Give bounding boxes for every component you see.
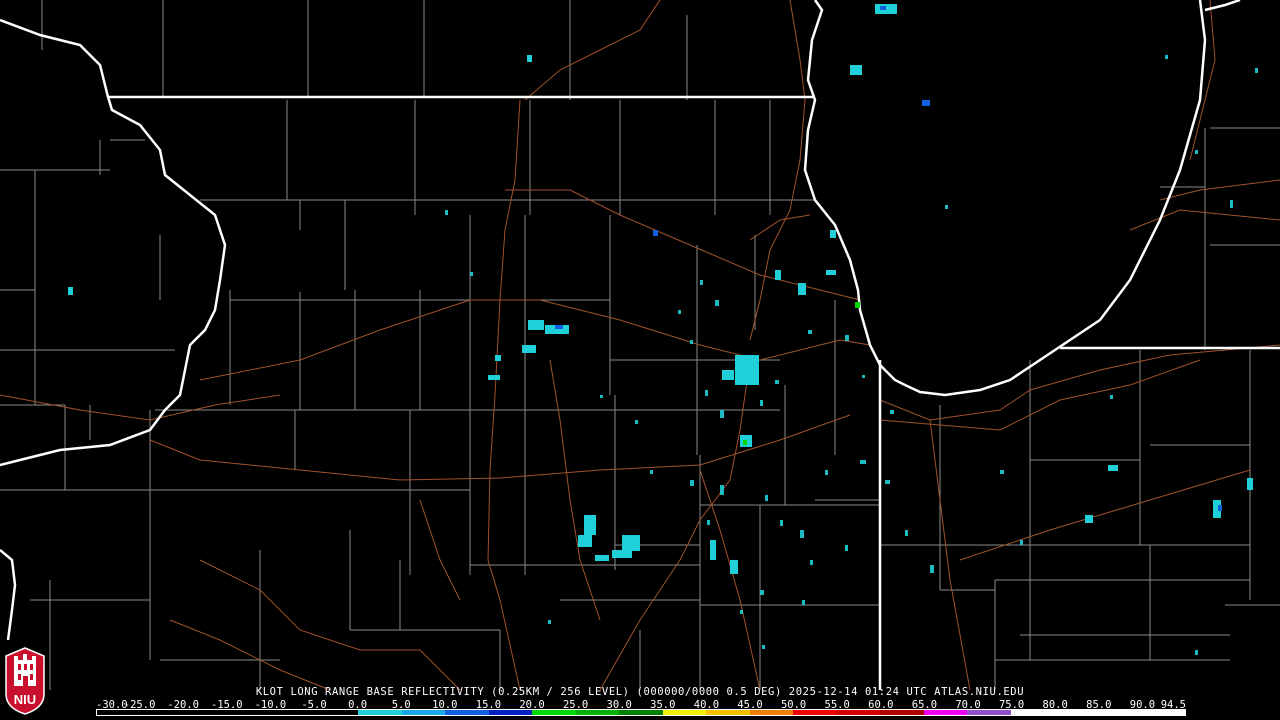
colorbar-segment xyxy=(749,710,794,715)
colorbar-segment xyxy=(836,710,881,715)
colorbar-segment xyxy=(706,710,750,715)
product-caption: KLOT LONG RANGE BASE REFLECTIVITY (0.25K… xyxy=(255,686,1025,698)
colorbar-segment xyxy=(1141,710,1185,715)
colorbar-segment xyxy=(662,710,707,715)
colorbar-segment xyxy=(532,710,576,715)
colorbar-segment xyxy=(314,710,359,715)
colorbar-segment xyxy=(140,710,185,715)
highway-network xyxy=(0,0,1280,691)
colorbar-segment xyxy=(184,710,228,715)
state-borders xyxy=(0,0,1280,690)
county-lines xyxy=(0,0,1280,690)
colorbar-segment xyxy=(967,710,1011,715)
colorbar-segment xyxy=(575,710,620,715)
colorbar-segment xyxy=(880,710,924,715)
colorbar-segment xyxy=(271,710,315,715)
colorbar-segment xyxy=(1054,710,1098,715)
colorbar-segment xyxy=(227,710,272,715)
niu-logo: NIU xyxy=(5,647,45,715)
colorbar-segment xyxy=(445,710,489,715)
colorbar-segment xyxy=(923,710,968,715)
colorbar-segment xyxy=(619,710,663,715)
colorbar-segment xyxy=(97,710,141,715)
colorbar-segment xyxy=(488,710,533,715)
reflectivity-colorbar xyxy=(96,709,1186,716)
radar-map xyxy=(0,0,1280,691)
colorbar-segment xyxy=(1097,710,1142,715)
colorbar-segment xyxy=(401,710,446,715)
colorbar-segment xyxy=(793,710,837,715)
niu-logo-text: NIU xyxy=(14,692,36,707)
colorbar-segment xyxy=(358,710,402,715)
radar-echoes xyxy=(68,4,1258,655)
colorbar-segment xyxy=(1010,710,1055,715)
